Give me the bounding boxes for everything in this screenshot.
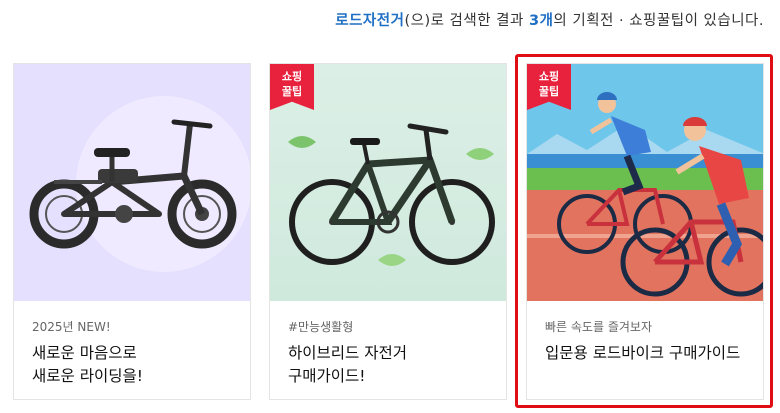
exhibition-card-3[interactable]: 쇼핑 꿀팁 빠른 속도를 즐겨보자 입문용 로드바이크 구매가이드	[526, 63, 764, 400]
search-keyword: 로드자전거	[335, 13, 405, 29]
badge-line: 꿀팁	[538, 85, 560, 98]
card-title[interactable]: 입문용 로드바이크 구매가이드	[545, 342, 750, 365]
summary-tail: 의 기획전 · 쇼핑꿀팁이 있습니다.	[553, 13, 764, 29]
badge-line: 쇼핑	[538, 70, 560, 83]
card-title-line: 구매가이드!	[288, 367, 366, 385]
card-thumbnail[interactable]	[14, 64, 250, 301]
search-result-summary: 로드자전거(으)로 검색한 결과 3개의 기획전 · 쇼핑꿀팁이 있습니다.	[335, 9, 764, 30]
badge-line: 꿀팁	[281, 85, 303, 98]
exhibition-card-1[interactable]: 2025년 NEW! 새로운 마음으로 새로운 라이딩을!	[13, 63, 251, 400]
card-subtitle: 빠른 속도를 즐겨보자	[545, 320, 652, 334]
card-thumbnail[interactable]: 쇼핑 꿀팁	[270, 64, 506, 301]
card-title-line: 새로운 라이딩을!	[32, 367, 143, 385]
summary-text: (으)로 검색한 결과	[404, 13, 529, 29]
card-thumbnail[interactable]: 쇼핑 꿀팁	[527, 64, 763, 301]
card-title-line: 입문용 로드바이크 구매가이드	[545, 344, 741, 362]
badge-line: 쇼핑	[281, 70, 303, 83]
card-title[interactable]: 새로운 마음으로 새로운 라이딩을!	[32, 342, 237, 388]
card-title-line: 새로운 마음으로	[32, 344, 137, 362]
folding-ebike-image	[29, 96, 250, 272]
card-subtitle: 2025년 NEW!	[32, 320, 111, 334]
result-count: 3개	[528, 13, 554, 29]
card-title[interactable]: 하이브리드 자전거 구매가이드!	[288, 342, 493, 388]
exhibition-card-2[interactable]: 쇼핑 꿀팁 #만능생활형 하이브리드 자전거 구매가이드!	[269, 63, 507, 400]
card-subtitle: #만능생활형	[288, 320, 354, 334]
card-title-line: 하이브리드 자전거	[288, 344, 408, 362]
